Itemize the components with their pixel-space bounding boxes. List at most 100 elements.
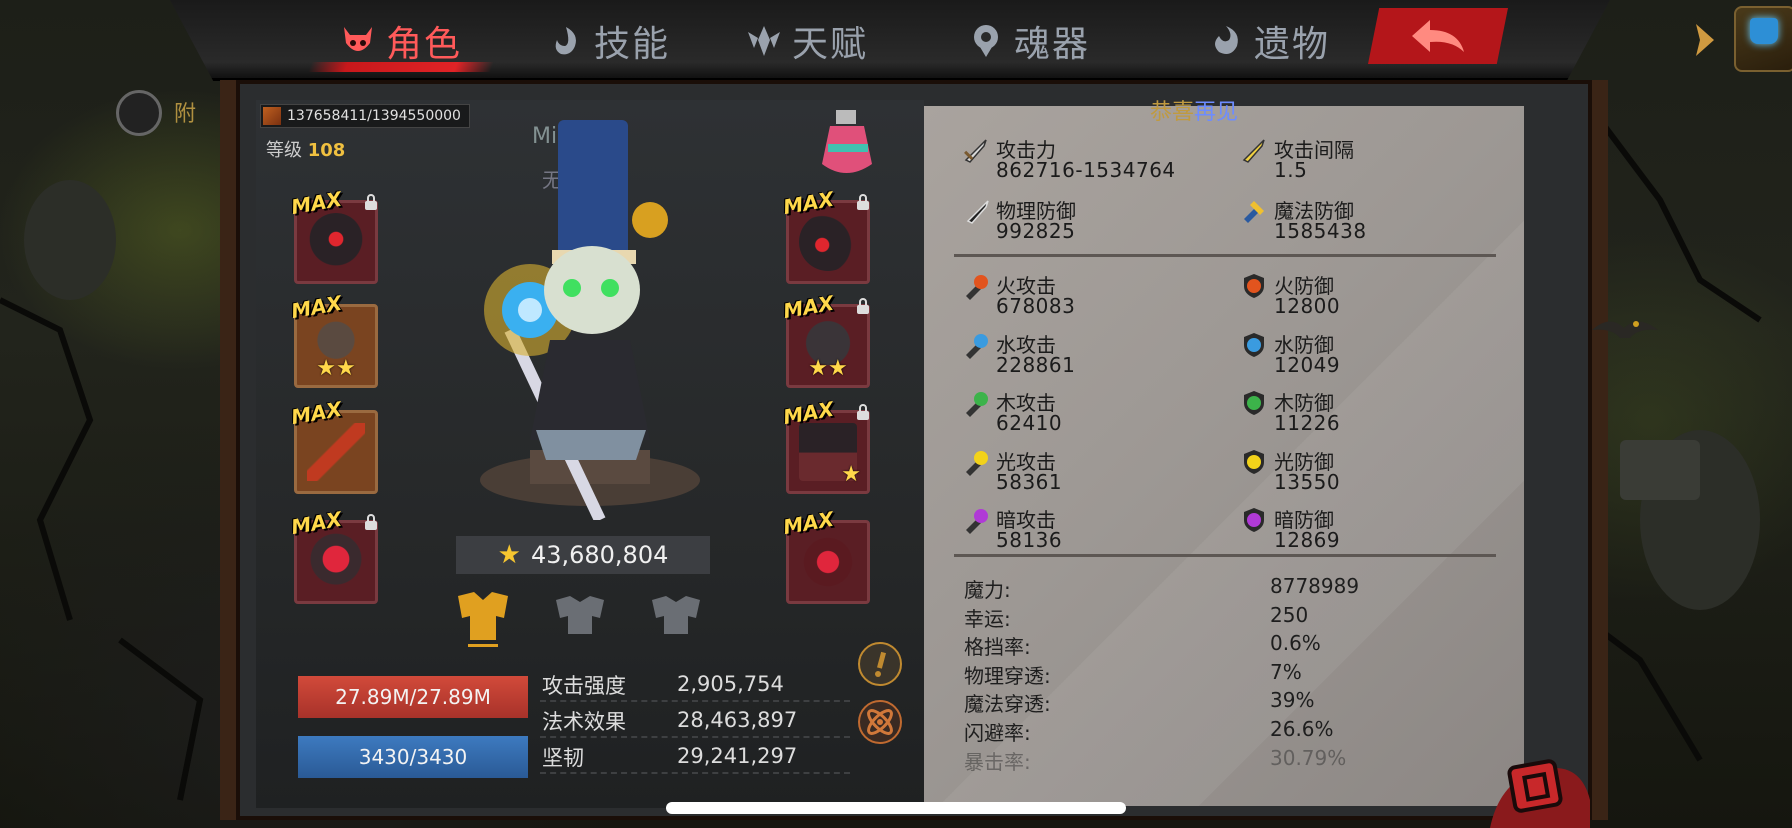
lock-icon bbox=[857, 404, 869, 420]
equipment-set-3-tab[interactable] bbox=[648, 594, 704, 642]
stat-attack-interval: 攻击间隔 1.5 bbox=[1240, 134, 1500, 186]
tab-label: 角色 bbox=[386, 24, 463, 65]
misc-stat-row: 闪避率: 26.6% bbox=[964, 717, 1434, 745]
light-defense-icon bbox=[1244, 450, 1264, 474]
lock-icon bbox=[857, 298, 869, 314]
red-orb-icon bbox=[307, 533, 365, 591]
tab-skills[interactable]: 技能 bbox=[548, 14, 670, 68]
back-button[interactable] bbox=[1368, 8, 1508, 64]
crystal-wings-icon bbox=[746, 23, 782, 59]
level-display: 等级 108 bbox=[266, 136, 345, 162]
stat-label: 魔法穿透: bbox=[964, 692, 1051, 717]
stat-value: 0.6% bbox=[1270, 631, 1321, 656]
equip-slot-armor[interactable]: MAX ★★ bbox=[781, 291, 870, 388]
equip-slot-weapon[interactable]: MAX bbox=[289, 397, 378, 494]
character-portrait bbox=[440, 100, 740, 523]
stat-value: 30.79% bbox=[1270, 745, 1347, 770]
stat-value: 250 bbox=[1270, 602, 1309, 627]
level-value: 108 bbox=[307, 140, 346, 161]
equip-slot-boots[interactable]: MAX ★ bbox=[781, 397, 870, 494]
stat-value: 29,241,297 bbox=[677, 744, 798, 768]
relic-swirl-icon bbox=[1208, 23, 1244, 59]
stat-value: 678083 bbox=[996, 294, 1076, 318]
stat-value: 28,463,897 bbox=[677, 708, 798, 732]
mp-bar: 3430/3430 bbox=[298, 736, 528, 778]
tab-label: 技能 bbox=[594, 24, 671, 65]
wood-attack-stat: 木攻击 62410 bbox=[962, 387, 1222, 439]
stat-value: 992825 bbox=[996, 219, 1076, 243]
wood-defense-icon bbox=[1244, 391, 1264, 415]
active-tab-underline bbox=[308, 62, 494, 72]
bat-creature-icon bbox=[1592, 321, 1658, 338]
hp-value: 27.89M/27.89M bbox=[335, 685, 491, 709]
dark-attack-icon bbox=[966, 509, 988, 534]
equip-slot-amulet[interactable]: MAX bbox=[289, 507, 378, 604]
banner-text-b: 再见 bbox=[1194, 100, 1239, 125]
fire-defense-stat: 火防御 12800 bbox=[1240, 270, 1500, 322]
equip-slot-cloak[interactable]: MAX bbox=[781, 187, 870, 284]
more-button[interactable] bbox=[1690, 20, 1720, 60]
tab-soul-vessel[interactable]: 魂器 bbox=[968, 14, 1090, 68]
back-arrow-icon bbox=[1412, 20, 1464, 52]
side-menu-badge[interactable] bbox=[116, 90, 162, 136]
star-icon: ★ bbox=[497, 540, 521, 570]
misc-stat-row: 魔法穿透: 39% bbox=[964, 688, 1434, 716]
portal-frame-icon bbox=[1507, 759, 1563, 813]
tab-talent[interactable]: 天赋 bbox=[746, 14, 868, 68]
stat-label: 坚韧 bbox=[542, 746, 584, 770]
equipment-set-2-tab[interactable] bbox=[552, 594, 608, 642]
info-button[interactable] bbox=[858, 642, 902, 686]
stat-value: 11226 bbox=[1274, 411, 1341, 435]
equip-slot-gloves[interactable]: MAX ★★ bbox=[289, 291, 378, 388]
equip-slot-ring[interactable]: MAX bbox=[781, 507, 870, 604]
stat-value: 1.5 bbox=[1274, 158, 1308, 182]
equipment-set-tabs bbox=[440, 588, 740, 648]
wood-attack-icon bbox=[966, 392, 988, 417]
wood-defense-stat: 木防御 11226 bbox=[1240, 387, 1500, 439]
dungeon-portal-button[interactable] bbox=[1480, 740, 1590, 828]
potion-flask-icon[interactable] bbox=[816, 104, 878, 184]
magic-defense-icon bbox=[1244, 201, 1264, 223]
stat-value: 58136 bbox=[996, 528, 1063, 552]
equip-slot-helmet[interactable]: MAX bbox=[289, 187, 378, 284]
treasure-chest-button[interactable] bbox=[1734, 6, 1792, 72]
stat-label: 魔力: bbox=[964, 578, 1011, 602]
hp-bar: 27.89M/27.89M bbox=[298, 676, 528, 718]
stat-magic-defense: 魔法防御 1585438 bbox=[1240, 195, 1500, 247]
sword-speed-icon bbox=[1242, 139, 1265, 163]
dark-defense-icon bbox=[1244, 508, 1264, 532]
grey-armor-icon bbox=[556, 596, 604, 634]
physical-defense-icon bbox=[966, 200, 989, 224]
stat-value: 862716-1534764 bbox=[996, 158, 1176, 182]
crimson-ring-icon bbox=[799, 533, 857, 591]
misc-stat-row: 魔力: 8778989 bbox=[964, 574, 1434, 602]
atom-button[interactable] bbox=[858, 700, 902, 744]
tab-relics[interactable]: 遗物 bbox=[1208, 14, 1330, 68]
home-indicator[interactable] bbox=[666, 802, 1126, 814]
equipment-set-1-tab[interactable] bbox=[448, 588, 508, 647]
banner-text-a: 恭喜 bbox=[1150, 100, 1195, 125]
star-rating: ★★ bbox=[316, 356, 356, 381]
stat-value: 39% bbox=[1270, 688, 1315, 713]
combat-power-display: ★ 43,680,804 bbox=[456, 536, 710, 574]
misc-stat-row: 格挡率: 0.6% bbox=[964, 631, 1434, 659]
stat-label: 法术效果 bbox=[542, 710, 626, 734]
tab-character[interactable]: 角色 bbox=[308, 14, 494, 72]
spider-helmet-icon bbox=[307, 213, 365, 271]
atom-icon bbox=[867, 709, 893, 735]
exclamation-icon bbox=[875, 651, 887, 677]
star-rating: ★★ bbox=[808, 356, 848, 381]
spell-effect-row: 法术效果 28,463,897 bbox=[540, 702, 850, 738]
divider bbox=[954, 254, 1496, 257]
stat-value: 12800 bbox=[1274, 294, 1341, 318]
stat-physical-defense: 物理防御 992825 bbox=[962, 195, 1222, 247]
soul-gem-icon bbox=[968, 23, 1004, 59]
combat-power-value: 43,680,804 bbox=[530, 541, 669, 569]
water-attack-icon bbox=[966, 334, 988, 359]
stat-value: 228861 bbox=[996, 353, 1076, 377]
chevron-right-icon bbox=[1696, 24, 1714, 56]
divider bbox=[954, 554, 1496, 557]
tab-label: 遗物 bbox=[1254, 24, 1331, 65]
stat-label: 物理穿透: bbox=[964, 663, 1051, 688]
tab-label: 魂器 bbox=[1014, 24, 1091, 65]
